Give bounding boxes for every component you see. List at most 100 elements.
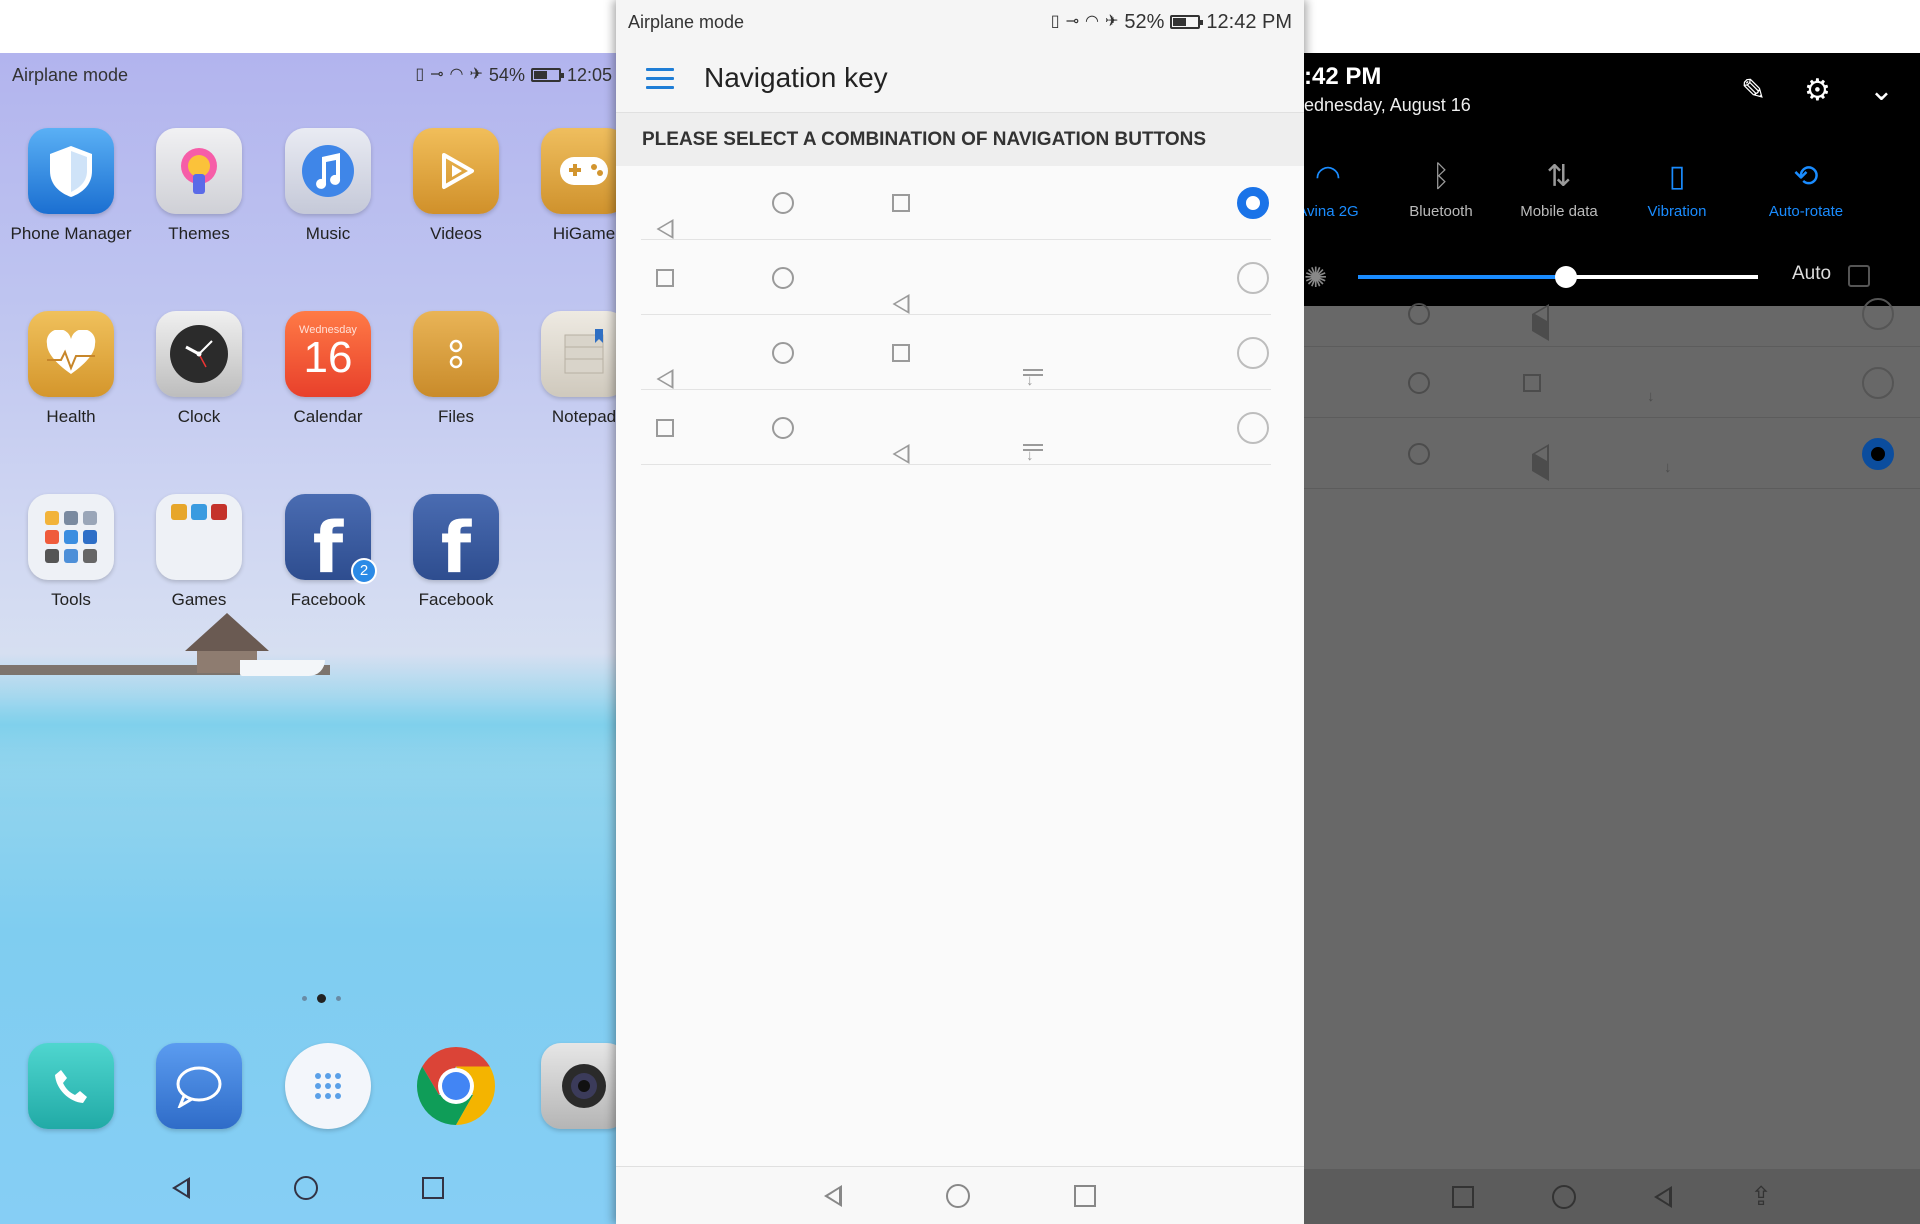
wifi-icon: ◠ — [1314, 160, 1342, 193]
back-button[interactable] — [824, 1184, 842, 1207]
dimmed-option-row — [1304, 298, 1920, 347]
gamepad-icon — [541, 128, 616, 214]
phone-icon — [28, 1043, 114, 1129]
app-folder-games[interactable]: Games — [135, 494, 263, 610]
nav-option-2[interactable] — [641, 241, 1271, 315]
play-icon — [413, 128, 499, 214]
wifi-icon: ◠ — [449, 66, 464, 83]
recent-apps-button[interactable] — [1452, 1185, 1475, 1208]
radio-button[interactable] — [1237, 411, 1269, 444]
gear-icon[interactable]: ⚙ — [1804, 73, 1831, 108]
airplane-icon: ✈ — [469, 66, 483, 83]
app-clock[interactable]: Clock — [135, 311, 263, 427]
mobile-data-icon: ⇅ — [1546, 160, 1572, 193]
games-folder-icon — [156, 494, 242, 580]
radio-button[interactable] — [1237, 336, 1269, 369]
page-dot-active — [317, 994, 326, 1003]
app-notepad[interactable]: Notepad — [520, 311, 616, 427]
bluetooth-icon: ᛒ — [1432, 160, 1450, 193]
notification-shade: :42 PM ednesday, August 16 ✎ ⚙ ⌄ ◠ Avina… — [1304, 53, 1920, 306]
battery-percent: 52% — [1124, 10, 1165, 33]
dock-chrome[interactable] — [392, 1043, 520, 1129]
radio-button-selected[interactable] — [1237, 186, 1269, 219]
qs-auto-rotate-toggle[interactable]: ⟲ Auto-rotate — [1751, 157, 1861, 220]
qs-wifi-toggle[interactable]: ◠ Avina 2G — [1304, 157, 1383, 220]
home-symbol-icon — [1408, 371, 1430, 394]
back-symbol-icon — [1532, 443, 1549, 481]
qs-vibration-toggle[interactable]: ▯ Vibration — [1622, 157, 1732, 220]
airplane-icon: ✈ — [1104, 13, 1119, 30]
home-button[interactable] — [294, 1176, 318, 1200]
app-calendar[interactable]: Wednesday 16 Calendar — [264, 311, 392, 427]
radio-button-selected — [1862, 437, 1894, 470]
app-themes[interactable]: Themes — [135, 128, 263, 244]
back-symbol-icon — [892, 444, 910, 464]
page-title: Navigation key — [704, 62, 888, 93]
notification-pull-down-icon — [1023, 367, 1043, 389]
camera-icon — [541, 1043, 616, 1129]
dock-app-drawer[interactable] — [264, 1043, 392, 1129]
edit-pencil-icon[interactable]: ✎ — [1741, 73, 1766, 108]
app-music[interactable]: Music — [264, 128, 392, 244]
dock-messaging[interactable] — [135, 1043, 263, 1129]
facebook-icon: f 2 — [285, 494, 377, 589]
radio-button[interactable] — [1237, 261, 1269, 294]
hamburger-menu-icon[interactable] — [646, 67, 674, 89]
notification-pull-down-icon — [1023, 442, 1043, 464]
chrome-icon — [413, 1043, 499, 1129]
notification-shade-screen: :42 PM ednesday, August 16 ✎ ⚙ ⌄ ◠ Avina… — [1304, 53, 1920, 1224]
vibration-icon: ▯ — [1668, 160, 1686, 193]
app-facebook[interactable]: f Facebook — [392, 494, 520, 610]
recent-apps-button[interactable] — [1074, 1184, 1096, 1207]
back-symbol-icon — [656, 369, 674, 389]
recent-apps-button[interactable] — [422, 1177, 444, 1199]
back-button[interactable] — [172, 1177, 190, 1199]
back-symbol-icon — [656, 219, 674, 239]
auto-brightness-label: Auto — [1792, 263, 1832, 284]
back-button[interactable] — [1654, 1185, 1673, 1208]
dock-phone[interactable] — [7, 1043, 135, 1129]
app-files[interactable]: Files — [392, 311, 520, 427]
clock-icon — [156, 311, 242, 397]
facebook-icon: f — [413, 494, 499, 580]
app-health[interactable]: Health — [7, 311, 135, 427]
section-header: PLEASE SELECT A COMBINATION OF NAVIGATIO… — [616, 112, 1304, 166]
app-videos[interactable]: Videos — [392, 128, 520, 244]
home-button[interactable] — [946, 1183, 970, 1208]
tools-folder-icon — [28, 494, 114, 580]
dock-camera[interactable] — [520, 1043, 616, 1129]
auto-brightness-checkbox[interactable] — [1848, 265, 1870, 287]
auto-rotate-icon: ⟲ — [1793, 160, 1819, 193]
status-time: 12:42 PM — [1206, 10, 1292, 33]
qs-mobile-data-toggle[interactable]: ⇅ Mobile data — [1504, 157, 1614, 220]
recent-symbol-icon — [892, 343, 910, 362]
radio-button — [1862, 366, 1894, 399]
app-facebook-clone[interactable]: f 2 Facebook — [264, 494, 392, 610]
left-navigation-bar — [0, 1160, 616, 1216]
brightness-slider-thumb[interactable] — [1555, 266, 1577, 288]
notification-pull-up-icon[interactable]: ⇪ — [1750, 1181, 1772, 1212]
app-phone-manager[interactable]: Phone Manager — [7, 128, 135, 244]
home-symbol-icon — [1408, 303, 1430, 325]
calendar-icon: Wednesday 16 — [285, 311, 371, 397]
chevron-down-icon[interactable]: ⌄ — [1869, 73, 1894, 108]
nav-option-3[interactable] — [641, 316, 1271, 390]
brightness-icon: ✺ — [1304, 262, 1328, 293]
heart-icon — [28, 311, 114, 397]
music-note-icon — [285, 128, 371, 214]
app-twin-badge: 2 — [351, 558, 377, 584]
right-navigation-bar: ⇪ — [1304, 1169, 1920, 1224]
vpn-key-icon: ⊸ — [430, 66, 444, 83]
app-higame[interactable]: HiGame — [520, 128, 616, 244]
home-button[interactable] — [1552, 1184, 1577, 1209]
recent-symbol-icon — [892, 193, 910, 212]
qs-bluetooth-toggle[interactable]: ᛒ Bluetooth — [1386, 157, 1496, 220]
brightness-slider[interactable] — [1358, 266, 1758, 288]
nav-option-1[interactable] — [641, 166, 1271, 240]
status-time: 12:05 — [566, 64, 612, 85]
vpn-key-icon: ⊸ — [1065, 13, 1079, 30]
battery-icon — [1170, 15, 1204, 29]
recent-symbol-icon — [656, 418, 674, 437]
nav-option-4[interactable] — [641, 391, 1271, 465]
app-folder-tools[interactable]: Tools — [7, 494, 135, 610]
